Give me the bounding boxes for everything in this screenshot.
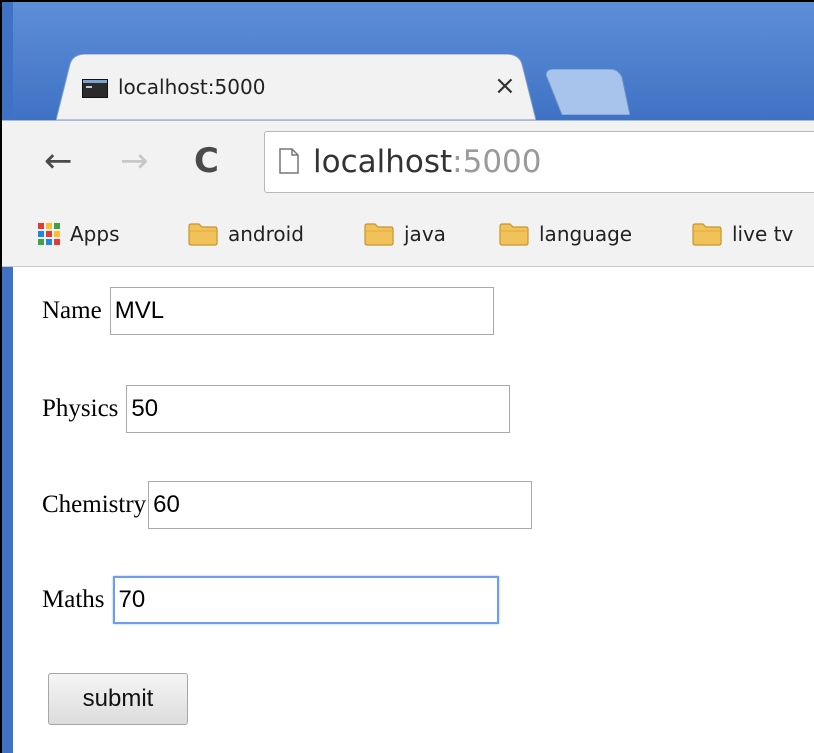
bookmark-folder-live-tv[interactable]: live tv (692, 216, 793, 252)
tab-title: localhost:5000 (118, 75, 266, 99)
url-host: localhost (313, 144, 453, 180)
name-row: Name (42, 287, 494, 335)
tab-strip: localhost:5000 × (2, 2, 814, 120)
name-label: Name (42, 297, 102, 324)
bookmark-label: java (404, 222, 446, 246)
browser-window: localhost:5000 × ← → C localhost:5000 Ap… (2, 2, 814, 753)
apps-grid-icon (38, 223, 60, 245)
reload-icon[interactable]: C (194, 141, 219, 181)
bookmark-label: language (539, 222, 633, 246)
chemistry-row: Chemistry (42, 481, 533, 529)
close-tab-icon[interactable]: × (494, 72, 516, 100)
new-tab-button[interactable] (546, 69, 630, 115)
bookmark-folder-android[interactable]: android (188, 216, 304, 252)
folder-icon (499, 223, 529, 246)
browser-toolbar: ← → C localhost:5000 (2, 120, 814, 203)
terminal-favicon-icon (82, 79, 108, 98)
physics-input[interactable] (126, 385, 511, 433)
active-tab[interactable]: localhost:5000 × (56, 54, 536, 120)
bookmark-folder-language[interactable]: language (499, 216, 632, 252)
url-port: :5000 (452, 144, 542, 180)
forward-arrow-icon[interactable]: → (120, 141, 149, 181)
name-input[interactable] (109, 287, 494, 335)
physics-row: Physics (42, 385, 511, 433)
window-frame-left (2, 2, 13, 753)
physics-label: Physics (42, 395, 119, 422)
submit-button[interactable]: submit (48, 673, 188, 725)
back-arrow-icon[interactable]: ← (44, 141, 73, 181)
bookmark-label: Apps (70, 222, 120, 246)
url-text: localhost:5000 (313, 144, 542, 180)
bookmark-folder-java[interactable]: java (364, 216, 446, 252)
chemistry-label: Chemistry (42, 491, 147, 518)
bookmarks-bar: Apps android java language live tv (2, 202, 814, 267)
bookmark-label: live tv (732, 222, 794, 246)
address-bar[interactable]: localhost:5000 (264, 131, 814, 193)
folder-icon (188, 223, 218, 246)
maths-label: Maths (42, 586, 105, 613)
folder-icon (692, 223, 722, 246)
folder-icon (364, 223, 394, 246)
chemistry-input[interactable] (148, 481, 533, 529)
page-icon (279, 148, 299, 174)
maths-row: Maths (42, 576, 499, 624)
bookmark-label: android (228, 222, 304, 246)
bookmark-apps[interactable]: Apps (38, 216, 120, 252)
maths-input[interactable] (112, 576, 499, 624)
